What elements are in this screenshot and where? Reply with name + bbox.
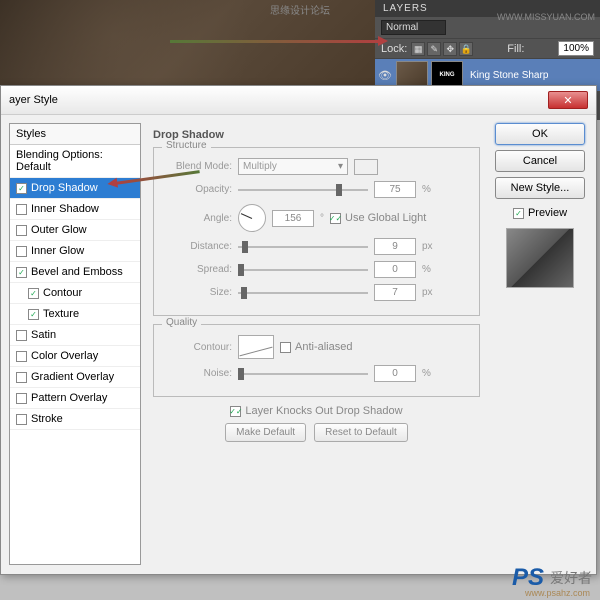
- style-item-label: Pattern Overlay: [31, 392, 107, 404]
- contour-label: Contour:: [162, 342, 232, 353]
- blend-mode-select[interactable]: Normal: [381, 20, 446, 35]
- style-item-label: Inner Glow: [31, 245, 84, 257]
- spread-input[interactable]: 0: [374, 261, 416, 278]
- distance-slider[interactable]: [238, 246, 368, 248]
- size-input[interactable]: 7: [374, 284, 416, 301]
- lock-pixel-icon[interactable]: ✎: [427, 42, 441, 56]
- style-item-label: Bevel and Emboss: [31, 266, 123, 278]
- style-item-contour[interactable]: ✓ Contour: [10, 283, 140, 304]
- logo-url: www.psahz.com: [525, 588, 590, 598]
- lock-all-icon[interactable]: 🔒: [459, 42, 473, 56]
- style-item-label: Inner Shadow: [31, 203, 99, 215]
- layer-style-dialog: ayer Style ✕ Styles Blending Options: De…: [0, 85, 597, 575]
- settings-pane: Drop Shadow Structure Blend Mode: Multip…: [149, 123, 484, 565]
- unit-degree: °: [320, 213, 324, 224]
- style-item-gradient-overlay[interactable]: Gradient Overlay: [10, 367, 140, 388]
- unit-percent: %: [422, 184, 431, 195]
- style-item-inner-shadow[interactable]: Inner Shadow: [10, 199, 140, 220]
- spread-slider[interactable]: [238, 269, 368, 271]
- ok-button[interactable]: OK: [495, 123, 585, 145]
- quality-label: Quality: [162, 317, 201, 328]
- noise-input[interactable]: 0: [374, 365, 416, 382]
- opacity-slider[interactable]: [238, 189, 368, 191]
- styles-list: Styles Blending Options: Default ✓ Drop S…: [9, 123, 141, 565]
- style-item-label: Contour: [43, 287, 82, 299]
- spread-label: Spread:: [162, 264, 232, 275]
- lock-position-icon[interactable]: ✥: [443, 42, 457, 56]
- style-item-label: Stroke: [31, 413, 63, 425]
- structure-label: Structure: [162, 140, 211, 151]
- dialog-title: ayer Style: [9, 94, 58, 106]
- noise-label: Noise:: [162, 368, 232, 379]
- style-item-label: Gradient Overlay: [31, 371, 114, 383]
- checkbox-icon[interactable]: ✓: [16, 267, 27, 278]
- style-item-stroke[interactable]: Stroke: [10, 409, 140, 430]
- style-item-label: Color Overlay: [31, 350, 98, 362]
- size-label: Size:: [162, 287, 232, 298]
- global-light-checkbox[interactable]: ✓Use Global Light: [330, 212, 426, 224]
- fill-label: Fill:: [507, 43, 524, 55]
- unit-px: px: [422, 241, 433, 252]
- close-button[interactable]: ✕: [548, 91, 588, 109]
- style-item-bevel-and-emboss[interactable]: ✓ Bevel and Emboss: [10, 262, 140, 283]
- lock-transparency-icon[interactable]: ▦: [411, 42, 425, 56]
- checkbox-icon[interactable]: ✓: [28, 288, 39, 299]
- distance-label: Distance:: [162, 241, 232, 252]
- style-item-color-overlay[interactable]: Color Overlay: [10, 346, 140, 367]
- checkbox-icon[interactable]: [16, 204, 27, 215]
- checkbox-icon[interactable]: [16, 351, 27, 362]
- style-item-texture[interactable]: ✓ Texture: [10, 304, 140, 325]
- style-item-pattern-overlay[interactable]: Pattern Overlay: [10, 388, 140, 409]
- unit-percent: %: [422, 264, 431, 275]
- checkbox-icon[interactable]: ✓: [16, 183, 27, 194]
- checkbox-icon[interactable]: [16, 372, 27, 383]
- style-item-label: Drop Shadow: [31, 182, 98, 194]
- fill-value[interactable]: 100%: [558, 41, 594, 56]
- contour-picker[interactable]: [238, 335, 274, 359]
- preview-checkbox[interactable]: ✓Preview: [513, 207, 567, 219]
- style-item-outer-glow[interactable]: Outer Glow: [10, 220, 140, 241]
- checkbox-icon[interactable]: [16, 246, 27, 257]
- checkbox-icon[interactable]: [16, 225, 27, 236]
- annotation-arrow: [170, 40, 380, 43]
- blending-options-item[interactable]: Blending Options: Default: [10, 145, 140, 178]
- style-item-label: Texture: [43, 308, 79, 320]
- size-slider[interactable]: [238, 292, 368, 294]
- cancel-button[interactable]: Cancel: [495, 150, 585, 172]
- anti-aliased-checkbox[interactable]: Anti-aliased: [280, 341, 352, 353]
- styles-header[interactable]: Styles: [10, 124, 140, 145]
- distance-input[interactable]: 9: [374, 238, 416, 255]
- watermark-url: WWW.MISSYUAN.COM: [497, 12, 595, 22]
- knockout-checkbox[interactable]: ✓Layer Knocks Out Drop Shadow: [153, 405, 480, 417]
- color-swatch[interactable]: [354, 159, 378, 175]
- noise-slider[interactable]: [238, 373, 368, 375]
- unit-percent: %: [422, 368, 431, 379]
- checkbox-icon[interactable]: [16, 393, 27, 404]
- reset-default-button[interactable]: Reset to Default: [314, 423, 408, 442]
- style-item-satin[interactable]: Satin: [10, 325, 140, 346]
- unit-px: px: [422, 287, 433, 298]
- visibility-icon[interactable]: 👁: [377, 67, 393, 83]
- angle-dial[interactable]: [238, 204, 266, 232]
- style-item-inner-glow[interactable]: Inner Glow: [10, 241, 140, 262]
- angle-input[interactable]: 156: [272, 210, 314, 227]
- opacity-input[interactable]: 75: [374, 181, 416, 198]
- layer-name: King Stone Sharp: [466, 70, 548, 81]
- style-item-label: Outer Glow: [31, 224, 87, 236]
- blend-mode-combo[interactable]: Multiply: [238, 158, 348, 175]
- make-default-button[interactable]: Make Default: [225, 423, 306, 442]
- watermark-top: 思缘设计论坛: [270, 2, 330, 17]
- checkbox-icon[interactable]: [16, 414, 27, 425]
- style-item-label: Satin: [31, 329, 56, 341]
- opacity-label: Opacity:: [162, 184, 232, 195]
- new-style-button[interactable]: New Style...: [495, 177, 585, 199]
- angle-label: Angle:: [162, 213, 232, 224]
- checkbox-icon[interactable]: [16, 330, 27, 341]
- checkbox-icon[interactable]: ✓: [28, 309, 39, 320]
- preview-thumbnail: [506, 228, 574, 288]
- logo-text: 爱好者: [550, 568, 592, 588]
